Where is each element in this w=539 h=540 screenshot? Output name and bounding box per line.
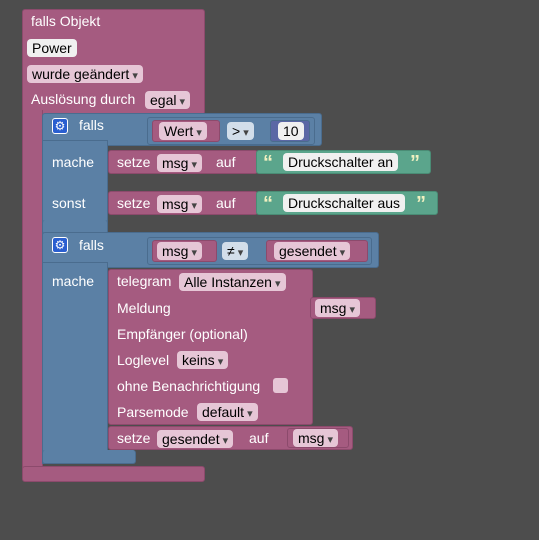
operator-dropdown-2[interactable]: ≠ — [222, 242, 249, 260]
meldung-var-dropdown[interactable]: msg — [315, 299, 361, 317]
parsemode-dropdown[interactable]: default — [197, 403, 258, 421]
quote-close-icon: ” — [416, 193, 426, 215]
no-notify-label: ohne Benachrichtigung — [117, 378, 261, 394]
loglevel-dropdown[interactable]: keins — [177, 351, 229, 369]
loglevel-label: Loglevel — [117, 352, 170, 368]
quote-open-icon: “ — [263, 193, 273, 215]
set-after-auf-label: auf — [249, 430, 269, 446]
set-after-var-dropdown[interactable]: gesendet — [157, 430, 234, 448]
event-dropdown[interactable]: wurde geändert — [27, 65, 143, 83]
quote-open-icon: “ — [263, 152, 273, 174]
then-auf-label: auf — [216, 154, 236, 170]
set-after-label: setze — [117, 430, 151, 446]
then-var-dropdown[interactable]: msg — [157, 154, 203, 172]
quote-close-icon: ” — [410, 152, 420, 174]
gear-icon[interactable]: ⚙ — [52, 237, 68, 253]
telegram-label: telegram — [117, 273, 172, 289]
if1-sonst-label: sonst — [52, 195, 86, 211]
left-var-dropdown[interactable]: msg — [157, 242, 203, 260]
then-text-field[interactable]: Druckschalter an — [283, 153, 399, 171]
if2-falls-label: falls — [79, 237, 104, 253]
else-auf-label: auf — [216, 195, 236, 211]
telegram-instance-dropdown[interactable]: Alle Instanzen — [179, 273, 286, 291]
else-var-dropdown[interactable]: msg — [157, 195, 203, 213]
meldung-label: Meldung — [117, 300, 171, 316]
trigger-by-label: Auslösung durch — [31, 91, 136, 107]
if1-mache-label: mache — [52, 154, 95, 170]
trigger-block-footer — [22, 466, 205, 482]
object-id-field[interactable]: Power — [27, 39, 77, 57]
trigger-block-spine — [22, 110, 43, 470]
gear-icon[interactable]: ⚙ — [52, 118, 68, 134]
if2-mache-label: mache — [52, 273, 95, 289]
if-block-2-footer — [42, 450, 136, 464]
recipient-label: Empfänger (optional) — [117, 326, 248, 342]
if-block-2-spine — [42, 262, 108, 464]
trigger-by-dropdown[interactable]: egal — [145, 91, 191, 109]
operator-dropdown[interactable]: > — [227, 122, 254, 140]
value-dropdown[interactable]: Wert — [159, 122, 207, 140]
if1-falls-label: falls — [79, 117, 104, 133]
else-set-label: setze — [117, 195, 151, 211]
no-notify-checkbox[interactable] — [273, 378, 288, 393]
number-field[interactable]: 10 — [278, 122, 304, 140]
else-text-field[interactable]: Druckschalter aus — [283, 194, 406, 212]
then-set-label: setze — [117, 154, 151, 170]
telegram-block[interactable] — [108, 269, 313, 425]
set-after-value-dropdown[interactable]: msg — [293, 429, 339, 447]
trigger-title: falls Objekt — [31, 13, 101, 29]
parsemode-label: Parsemode — [117, 404, 189, 420]
right-var-dropdown[interactable]: gesendet — [274, 242, 351, 260]
